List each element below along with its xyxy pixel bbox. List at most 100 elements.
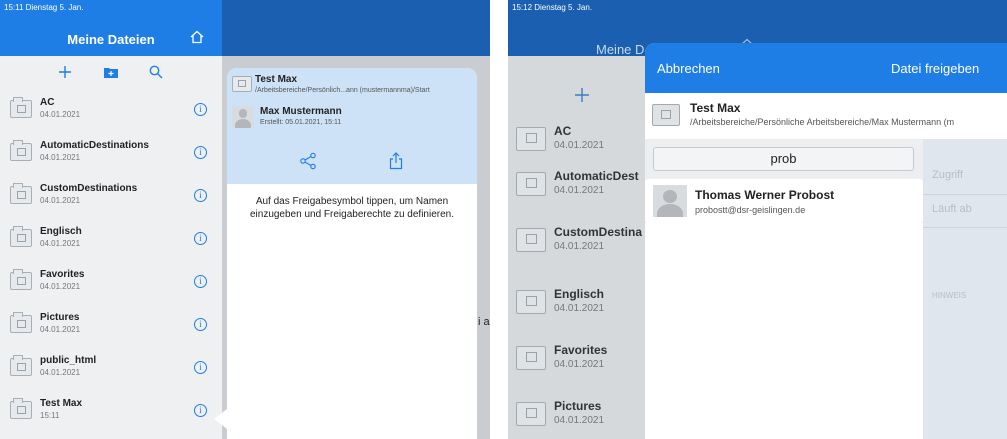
- item-name: AC: [554, 124, 572, 138]
- folder-icon: [516, 346, 546, 370]
- item-date: 04.01.2021: [554, 303, 605, 314]
- left-header: 15:11 Dienstag 5. Jan. Meine Dateien: [0, 0, 222, 56]
- list-item: AC 04.01.2021: [508, 115, 658, 159]
- share-dialog: Abbrechen Datei freigeben Test Max /Arbe…: [645, 43, 1007, 439]
- item-date: 04.01.2021: [40, 153, 81, 162]
- info-icon[interactable]: i: [194, 361, 207, 374]
- info-icon[interactable]: i: [194, 404, 207, 417]
- item-name: AutomaticDest: [554, 169, 639, 183]
- folder-icon: [516, 290, 546, 314]
- info-icon[interactable]: i: [194, 189, 207, 202]
- item-name: Englisch: [40, 226, 82, 237]
- permission-panel: Zugriff Läuft ab HINWEIS: [923, 139, 1007, 439]
- folder-icon: [516, 402, 546, 426]
- share-file-button[interactable]: Datei freigeben: [891, 61, 979, 76]
- home-icon[interactable]: [190, 30, 204, 49]
- avatar: [653, 185, 687, 217]
- list-item[interactable]: Englisch 04.01.2021 i: [0, 217, 222, 260]
- status-bar: 15:12 Dienstag 5. Jan.: [512, 3, 593, 12]
- item-name: Favorites: [554, 343, 608, 357]
- folder-icon: [232, 76, 252, 92]
- item-name: Pictures: [40, 312, 80, 323]
- list-item: Favorites 04.01.2021: [508, 334, 658, 378]
- file-name: Test Max: [255, 74, 298, 85]
- name-search-input[interactable]: prob: [653, 147, 914, 171]
- item-date: 04.01.2021: [40, 282, 81, 291]
- share-icon[interactable]: [299, 152, 321, 174]
- item-date: 04.01.2021: [40, 196, 81, 205]
- dialog-header: Abbrechen Datei freigeben: [645, 43, 1007, 93]
- folder-icon: [10, 312, 32, 333]
- folder-icon: [516, 228, 546, 252]
- info-icon[interactable]: i: [194, 232, 207, 245]
- file-path: /Arbeitsbereiche/Persönlich...ann (muste…: [255, 87, 430, 94]
- popover-arrow: [214, 409, 227, 429]
- expires-label: Läuft ab: [932, 203, 972, 215]
- dialog-file-info: Test Max /Arbeitsbereiche/Persönliche Ar…: [645, 93, 1007, 139]
- folder-icon: [10, 355, 32, 376]
- add-icon[interactable]: [54, 62, 76, 82]
- item-date: 04.01.2021: [40, 325, 81, 334]
- folder-icon: [10, 140, 32, 161]
- folder-icon: [516, 172, 546, 196]
- list-item[interactable]: Favorites 04.01.2021 i: [0, 260, 222, 303]
- item-name: Pictures: [554, 399, 602, 413]
- left-screen: 15:11 Dienstag 5. Jan. Meine Dateien AC …: [0, 0, 490, 439]
- list-item[interactable]: public_html 04.01.2021 i: [0, 346, 222, 389]
- item-date: 04.01.2021: [40, 239, 81, 248]
- list-item: CustomDestina 04.01.2021: [508, 216, 658, 260]
- search-icon[interactable]: [145, 62, 167, 82]
- folder-icon: [10, 183, 32, 204]
- user-name: Max Mustermann: [260, 106, 342, 117]
- item-date: 04.01.2021: [40, 110, 81, 119]
- folder-icon: [10, 97, 32, 118]
- item-date: 04.01.2021: [554, 185, 605, 196]
- divider: [923, 194, 1007, 195]
- folder-icon: [10, 226, 32, 247]
- share-hint: Auf das Freigabesymbol tippen, um Namen …: [249, 196, 455, 220]
- user-suggestion[interactable]: Thomas Werner Probost probostt@dsr-geisl…: [645, 179, 923, 223]
- item-name: CustomDestina: [554, 225, 643, 239]
- right-screen: 15:12 Dienstag 5. Jan. Meine D AC 04.01.…: [508, 0, 1007, 439]
- folder-icon: [10, 269, 32, 290]
- info-icon[interactable]: i: [194, 318, 207, 331]
- item-name: CustomDestinations: [40, 183, 138, 194]
- cancel-button[interactable]: Abbrechen: [657, 61, 720, 76]
- list-item[interactable]: Test Max 15:11 i: [0, 389, 222, 432]
- info-icon[interactable]: i: [194, 275, 207, 288]
- info-icon[interactable]: i: [194, 146, 207, 159]
- info-icon[interactable]: i: [194, 103, 207, 116]
- list-toolbar: [0, 56, 222, 88]
- item-date: 04.01.2021: [554, 140, 605, 151]
- list-item: AutomaticDest 04.01.2021: [508, 160, 658, 204]
- list-item[interactable]: AutomaticDestinations 04.01.2021 i: [0, 131, 222, 174]
- suggestion-list-area: [645, 223, 923, 439]
- note-label: HINWEIS: [932, 291, 967, 300]
- access-label: Zugriff: [932, 169, 963, 181]
- avatar: [232, 106, 254, 128]
- item-date: 15:11: [40, 411, 60, 420]
- new-folder-icon[interactable]: [100, 62, 122, 82]
- list-item[interactable]: Pictures 04.01.2021 i: [0, 303, 222, 346]
- list-item: Englisch 04.01.2021: [508, 278, 658, 322]
- page-title: Meine D: [596, 42, 645, 57]
- item-name: AC: [40, 97, 55, 108]
- folder-icon: [652, 104, 680, 126]
- status-bar: 15:11 Dienstag 5. Jan.: [4, 3, 84, 12]
- suggestion-email: probostt@dsr-geislingen.de: [695, 205, 806, 215]
- created-date: Erstellt: 05.01.2021, 15:11: [260, 119, 342, 126]
- file-path: /Arbeitsbereiche/Persönliche Arbeitsbere…: [690, 117, 955, 127]
- list-item[interactable]: AC 04.01.2021 i: [0, 88, 222, 131]
- item-name: Englisch: [554, 287, 605, 301]
- folder-icon: [10, 398, 32, 419]
- file-name: Test Max: [690, 101, 741, 115]
- popover-file-info: Test Max /Arbeitsbereiche/Persönlich...a…: [227, 68, 477, 184]
- list-item[interactable]: CustomDestinations 04.01.2021 i: [0, 174, 222, 217]
- item-date: 04.01.2021: [554, 241, 605, 252]
- add-icon: [574, 86, 590, 109]
- export-icon[interactable]: [387, 152, 409, 174]
- divider: [923, 227, 1007, 228]
- item-date: 04.01.2021: [554, 359, 605, 370]
- item-date: 04.01.2021: [40, 368, 81, 377]
- folder-icon: [516, 127, 546, 151]
